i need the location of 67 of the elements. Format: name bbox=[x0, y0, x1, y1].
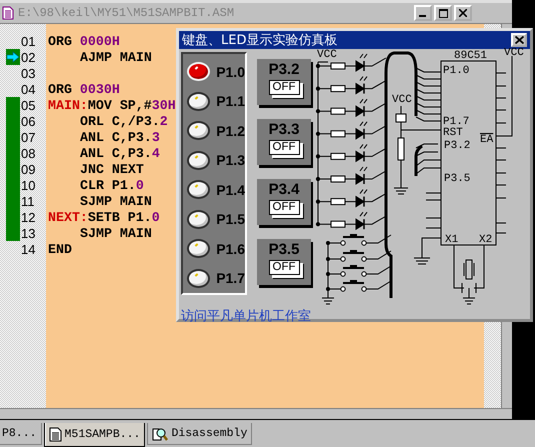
led-label: P1.2 bbox=[216, 122, 245, 139]
window-title: E:\98\keil\MY51\M51SAMPBIT.ASM bbox=[18, 6, 234, 20]
switch-label: P3.5 bbox=[268, 241, 300, 258]
code-line: SJMP MAIN bbox=[80, 226, 152, 240]
led-label: P1.3 bbox=[216, 152, 245, 168]
code-line: ORG 0000H bbox=[48, 34, 120, 48]
close-icon bbox=[514, 36, 524, 44]
close-icon bbox=[459, 9, 467, 17]
minimize-button[interactable] bbox=[414, 5, 432, 21]
website-link[interactable]: 访问平凡单片机工作室 bbox=[181, 307, 311, 325]
line-number: 03 bbox=[20, 66, 36, 80]
switch-label: P3.3 bbox=[268, 121, 300, 138]
led-label: P1.4 bbox=[216, 182, 245, 198]
circuit-label: P3.5 bbox=[444, 173, 470, 185]
code-line: ANL C,P3.3 bbox=[80, 130, 160, 144]
code-line: CLR P1.0 bbox=[80, 178, 144, 192]
circuit-label: VCC bbox=[504, 48, 524, 59]
code-line: ORL C,/P3.2 bbox=[80, 114, 168, 128]
line-number: 12 bbox=[20, 210, 36, 224]
document-tab[interactable]: Disassembly bbox=[147, 423, 252, 445]
close-button[interactable] bbox=[454, 5, 472, 21]
led-label: P1.6 bbox=[216, 240, 245, 257]
circuit-label: P3.2 bbox=[444, 140, 470, 152]
code-line: AJMP MAIN bbox=[80, 50, 152, 64]
line-number: 13 bbox=[20, 226, 36, 240]
code-line: ANL C,P3.4 bbox=[80, 146, 160, 160]
code-line: MAIN:MOV SP,#30H bbox=[48, 98, 176, 112]
led-label: P1.5 bbox=[216, 211, 245, 228]
switch-label: P3.2 bbox=[268, 61, 300, 78]
line-number: 09 bbox=[20, 162, 36, 176]
led-label: P1.0 bbox=[216, 64, 245, 80]
dialog-title: 键盘、LED显示实验仿真板 bbox=[182, 32, 338, 49]
document-icon bbox=[2, 6, 14, 20]
code-line: JNC NEXT bbox=[80, 162, 144, 176]
circuit-label: X1 bbox=[445, 234, 458, 246]
document-tab[interactable]: M51SAMPB... bbox=[44, 423, 146, 447]
line-number: 14 bbox=[20, 242, 36, 256]
line-number: 04 bbox=[20, 82, 36, 96]
line-number: 01 bbox=[20, 34, 36, 48]
circuit-label: RST bbox=[443, 127, 463, 139]
maximize-button[interactable] bbox=[434, 5, 452, 21]
circuit-label: VCC bbox=[392, 94, 412, 106]
code-line: NEXT:SETB P1.0 bbox=[48, 210, 160, 224]
circuit-label: 89C51 bbox=[454, 50, 488, 62]
circuit-label: P1.0 bbox=[443, 65, 470, 77]
line-number: 11 bbox=[20, 194, 34, 208]
switch-label: P3.4 bbox=[268, 181, 300, 198]
code-line: END bbox=[48, 242, 72, 256]
circuit-label: VCC bbox=[317, 49, 337, 61]
led-label: P1.1 bbox=[216, 93, 245, 110]
line-number: 05 bbox=[20, 98, 36, 112]
close-button[interactable] bbox=[511, 33, 527, 47]
line-number: 06 bbox=[20, 114, 36, 128]
magnifier-icon bbox=[152, 426, 168, 442]
document-icon bbox=[48, 427, 62, 442]
document-tab[interactable]: P8... bbox=[0, 423, 42, 445]
led-label: P1.7 bbox=[216, 270, 245, 286]
circuit-label: EA bbox=[480, 134, 494, 146]
line-number: 08 bbox=[20, 146, 36, 160]
maximize-icon bbox=[438, 8, 448, 18]
line-number: 10 bbox=[20, 178, 36, 192]
line-number: 02 bbox=[20, 50, 36, 64]
circuit-label: X2 bbox=[479, 234, 492, 246]
circuit-label: P1.7 bbox=[443, 116, 470, 128]
line-number: 07 bbox=[20, 130, 36, 144]
code-line: ORG 0030H bbox=[48, 82, 120, 96]
code-line: SJMP MAIN bbox=[80, 194, 152, 208]
